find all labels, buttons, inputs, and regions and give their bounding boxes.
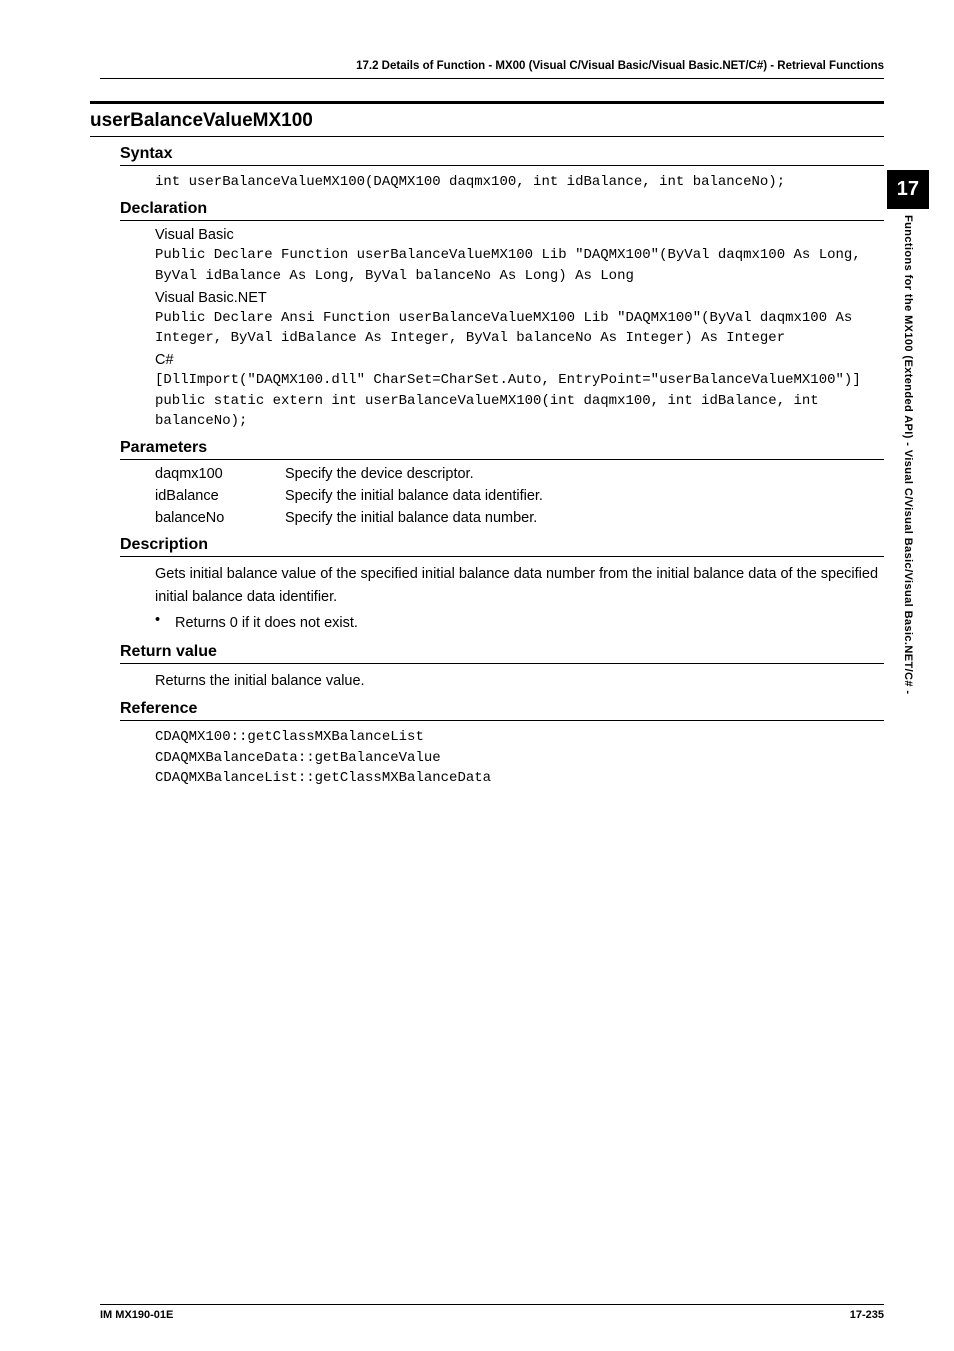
running-header: 17.2 Details of Function - MX00 (Visual …	[100, 60, 884, 79]
param-name: daqmx100	[155, 466, 285, 482]
bullet-icon: •	[155, 612, 175, 634]
cs-code: [DllImport("DAQMX100.dll" CharSet=CharSe…	[155, 370, 884, 431]
syntax-code: int userBalanceValueMX100(DAQMX100 daqmx…	[155, 172, 884, 192]
vbnet-label: Visual Basic.NET	[155, 290, 884, 306]
param-desc: Specify the initial balance data identif…	[285, 488, 543, 504]
footer-left: IM MX190-01E	[100, 1309, 173, 1321]
return-value-heading: Return value	[120, 639, 884, 664]
reference-code: CDAQMX100::getClassMXBalanceList CDAQMXB…	[155, 727, 884, 788]
return-value-text: Returns the initial balance value.	[155, 670, 884, 692]
vb-label: Visual Basic	[155, 227, 884, 243]
description-bullet: • Returns 0 if it does not exist.	[155, 612, 884, 634]
function-title: userBalanceValueMX100	[90, 101, 884, 137]
param-row: daqmx100 Specify the device descriptor.	[155, 466, 884, 482]
syntax-heading: Syntax	[120, 141, 884, 166]
cs-label: C#	[155, 352, 884, 368]
param-desc: Specify the device descriptor.	[285, 466, 474, 482]
description-heading: Description	[120, 532, 884, 557]
declaration-heading: Declaration	[120, 196, 884, 221]
page-footer: IM MX190-01E 17-235	[100, 1304, 884, 1321]
chapter-number: 17	[887, 170, 929, 209]
param-row: idBalance Specify the initial balance da…	[155, 488, 884, 504]
bullet-text: Returns 0 if it does not exist.	[175, 612, 358, 634]
param-desc: Specify the initial balance data number.	[285, 510, 537, 526]
description-text: Gets initial balance value of the specif…	[155, 563, 884, 608]
param-name: balanceNo	[155, 510, 285, 526]
parameters-heading: Parameters	[120, 435, 884, 460]
vb-code: Public Declare Function userBalanceValue…	[155, 245, 884, 286]
vbnet-code: Public Declare Ansi Function userBalance…	[155, 308, 884, 349]
param-row: balanceNo Specify the initial balance da…	[155, 510, 884, 526]
reference-heading: Reference	[120, 696, 884, 721]
footer-right: 17-235	[850, 1309, 884, 1321]
param-name: idBalance	[155, 488, 285, 504]
chapter-side-tab: 17 Functions for the MX100 (Extended API…	[887, 170, 929, 694]
chapter-side-text: Functions for the MX100 (Extended API) -…	[902, 215, 914, 694]
